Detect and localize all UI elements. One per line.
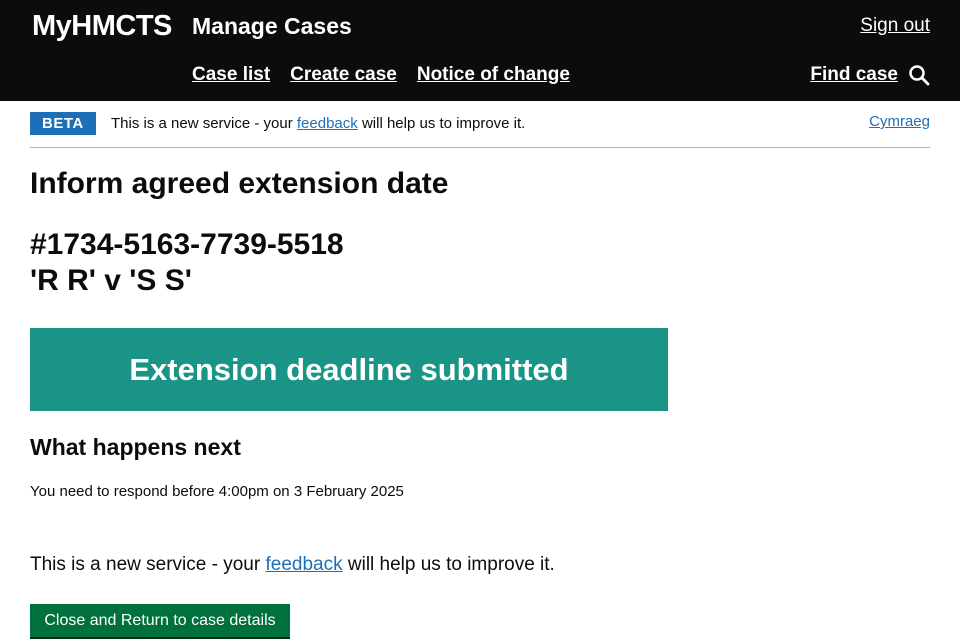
phase-banner: BETA This is a new service - your feedba…: [30, 101, 930, 148]
find-case-link[interactable]: Find case: [810, 64, 898, 86]
nav-case-list[interactable]: Case list: [192, 64, 270, 86]
primary-nav: Case list Create case Notice of change: [192, 64, 570, 86]
beta-tag: BETA: [30, 112, 96, 135]
service-name[interactable]: Manage Cases: [192, 13, 352, 40]
confirmation-panel: Extension deadline submitted: [30, 328, 668, 411]
respond-deadline-text: You need to respond before 4:00pm on 3 F…: [30, 483, 404, 500]
feedback-link[interactable]: feedback: [297, 115, 358, 132]
close-and-return-button[interactable]: Close and Return to case details: [30, 604, 290, 637]
search-icon[interactable]: [908, 64, 930, 86]
phase-banner-text: This is a new service - your feedback wi…: [111, 115, 526, 132]
nav-notice-of-change[interactable]: Notice of change: [417, 64, 570, 86]
nav-create-case[interactable]: Create case: [290, 64, 397, 86]
sign-out-link[interactable]: Sign out: [860, 15, 930, 37]
case-number: #1734-5163-7739-5518: [30, 228, 344, 261]
language-toggle-link[interactable]: Cymraeg: [869, 113, 930, 130]
page-title: Inform agreed extension date: [30, 167, 449, 200]
next-steps-heading: What happens next: [30, 434, 241, 460]
case-name: 'R R' v 'S S': [30, 264, 192, 297]
body-feedback-link[interactable]: feedback: [265, 554, 342, 575]
feedback-text: This is a new service - your feedback wi…: [30, 554, 555, 575]
find-case[interactable]: Find case: [810, 64, 930, 86]
confirmation-title: Extension deadline submitted: [129, 351, 569, 387]
case-header: #1734-5163-7739-5518 'R R' v 'S S': [30, 227, 344, 299]
brand-logo[interactable]: MyHMCTS: [32, 10, 172, 43]
page-header: MyHMCTS Manage Cases Sign out Case list …: [0, 0, 960, 101]
